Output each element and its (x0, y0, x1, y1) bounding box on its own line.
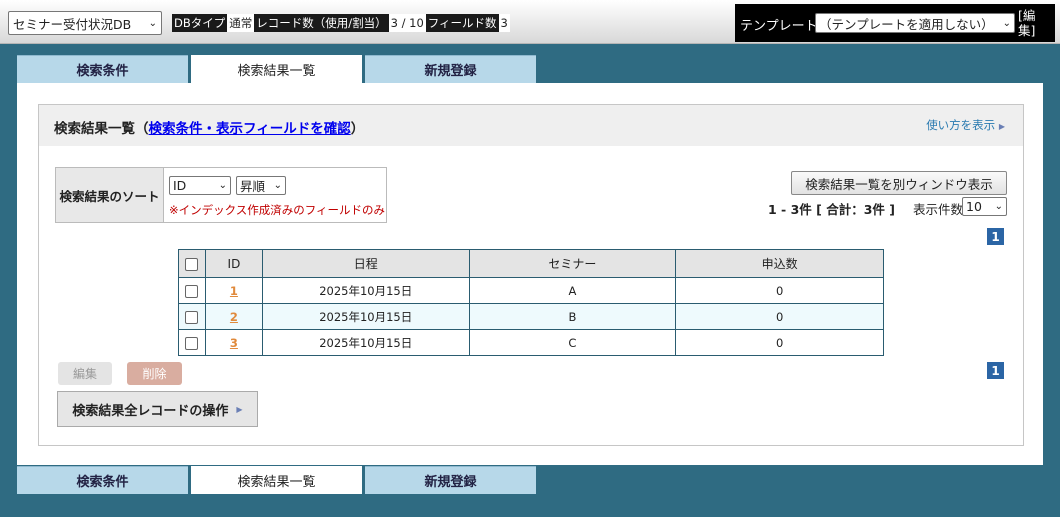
page-link-top[interactable]: 1 (987, 228, 1004, 245)
sort-note: ※インデックス作成済みのフィールドのみ (169, 203, 386, 217)
main-panel: 検索結果一覧（検索条件・表示フィールドを確認） 使い方を表示 ▶ 検索結果のソー… (17, 83, 1043, 465)
header-id[interactable]: ID (204, 249, 263, 278)
tab-new-record[interactable]: 新規登録 (365, 55, 536, 83)
sort-box: 検索結果のソート ID ⌄ 昇順 ⌄ ※インデックス作成済みのフィールドのみ (55, 167, 387, 223)
template-edit-link[interactable]: [編集] (1018, 8, 1042, 38)
row-checkbox[interactable] (185, 310, 199, 324)
tab-search-conditions[interactable]: 検索条件 (17, 55, 188, 83)
db-info: DBタイプ 通常 レコード数（使用/割当） 3 / 10 フィールド数 3 (172, 14, 510, 32)
record-id-link[interactable]: 3 (230, 336, 238, 350)
results-title: 検索結果一覧（検索条件・表示フィールドを確認） (54, 117, 364, 137)
row-seminar: A (468, 277, 677, 304)
howto-label: 使い方を表示 (926, 118, 996, 132)
select-all-cell (178, 249, 206, 278)
template-select[interactable]: （テンプレートを適用しない） ⌄ (815, 13, 1015, 33)
tab-search-results[interactable]: 検索結果一覧 (191, 55, 362, 83)
triangle-right-icon: ▶ (998, 122, 1005, 131)
database-select-value: セミナー受付状況DB (13, 16, 132, 32)
header-date[interactable]: 日程 (261, 249, 470, 278)
row-id-cell: 1 (204, 277, 263, 304)
tab-new-record-bottom[interactable]: 新規登録 (365, 466, 536, 494)
chevron-down-icon: ⌄ (1002, 17, 1011, 29)
delete-button[interactable]: 削除 (127, 362, 182, 385)
record-id-link[interactable]: 2 (230, 310, 238, 324)
result-count: 1 - 3件 [ 合計：3件 ] (768, 202, 895, 217)
sort-order-value: 昇順 (240, 179, 266, 194)
table-row: 3 2025年10月15日 C 0 (178, 329, 884, 356)
template-label: テンプレート (740, 19, 818, 34)
tab-search-conditions-bottom[interactable]: 検索条件 (17, 466, 188, 494)
row-count: 0 (675, 277, 884, 304)
record-count-label: レコード数（使用/割当） (254, 14, 389, 32)
sort-field-value: ID (173, 178, 187, 193)
tab-search-results-bottom[interactable]: 検索結果一覧 (191, 466, 362, 494)
per-page-value: 10 (966, 199, 982, 214)
row-checkbox-cell (178, 303, 206, 330)
field-count-value: 3 (498, 14, 510, 32)
header-applications[interactable]: 申込数 (675, 249, 884, 278)
sort-field-select[interactable]: ID ⌄ (169, 176, 231, 195)
chevron-down-icon: ⌄ (218, 180, 227, 191)
results-title-suffix: ） (350, 121, 365, 137)
db-type-value: 通常 (227, 14, 255, 32)
row-count: 0 (675, 303, 884, 330)
results-header: 検索結果一覧（検索条件・表示フィールドを確認） 使い方を表示 ▶ (39, 105, 1023, 146)
results-section: 検索結果一覧（検索条件・表示フィールドを確認） 使い方を表示 ▶ 検索結果のソー… (38, 104, 1024, 446)
open-new-window-button[interactable]: 検索結果一覧を別ウィンドウ表示 (791, 171, 1007, 195)
template-select-value: （テンプレートを適用しない） (819, 16, 994, 32)
search-conditions-link[interactable]: 検索条件・表示フィールドを確認 (149, 121, 351, 137)
row-id-cell: 2 (204, 303, 263, 330)
row-checkbox[interactable] (185, 336, 199, 350)
row-date: 2025年10月15日 (261, 303, 470, 330)
row-id-cell: 3 (204, 329, 263, 356)
table-row: 2 2025年10月15日 B 0 (178, 303, 884, 330)
all-records-operation-button[interactable]: 検索結果全レコードの操作 ▶ (57, 391, 258, 427)
row-date: 2025年10月15日 (261, 329, 470, 356)
select-all-checkbox[interactable] (185, 257, 199, 271)
chevron-down-icon: ⌄ (273, 180, 282, 191)
table-header-row: ID 日程 セミナー 申込数 (178, 249, 884, 278)
record-id-link[interactable]: 1 (230, 284, 238, 298)
sort-order-select[interactable]: 昇順 ⌄ (236, 176, 286, 195)
record-count-value: 3 / 10 (388, 14, 426, 32)
row-count: 0 (675, 329, 884, 356)
row-checkbox-cell (178, 277, 206, 304)
chevron-down-icon: ⌄ (994, 201, 1003, 212)
template-box: テンプレート （テンプレートを適用しない） ⌄ [編集] (735, 4, 1055, 42)
triangle-right-icon: ▶ (236, 404, 243, 414)
row-seminar: C (468, 329, 677, 356)
howto-link[interactable]: 使い方を表示 ▶ (926, 117, 1005, 133)
row-checkbox-cell (178, 329, 206, 356)
row-date: 2025年10月15日 (261, 277, 470, 304)
table-row: 1 2025年10月15日 A 0 (178, 277, 884, 304)
sort-label: 検索結果のソート (56, 168, 164, 222)
header-seminar[interactable]: セミナー (468, 249, 677, 278)
page-link-bottom[interactable]: 1 (987, 362, 1004, 379)
sort-controls: ID ⌄ 昇順 ⌄ ※インデックス作成済みのフィールドのみ (164, 168, 386, 222)
row-seminar: B (468, 303, 677, 330)
results-table: ID 日程 セミナー 申込数 1 2025年10月15日 A 0 2 2025年… (178, 249, 884, 356)
field-count-label: フィールド数 (425, 14, 499, 32)
database-select[interactable]: セミナー受付状況DB ⌄ (8, 11, 162, 35)
all-records-label: 検索結果全レコードの操作 (72, 403, 229, 419)
per-page-label: 表示件数 (913, 202, 964, 217)
row-checkbox[interactable] (185, 284, 199, 298)
db-type-label: DBタイプ (172, 14, 228, 32)
chevron-down-icon: ⌄ (148, 17, 157, 29)
results-title-prefix: 検索結果一覧（ (54, 121, 149, 137)
edit-button[interactable]: 編集 (58, 362, 112, 385)
per-page-select[interactable]: 10 ⌄ (962, 197, 1007, 216)
